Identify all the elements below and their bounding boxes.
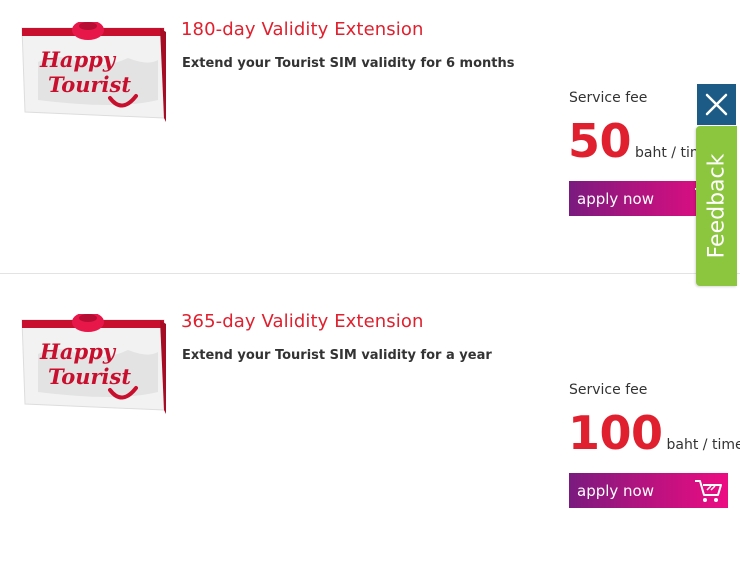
product-description: Extend your Tourist SIM validity for 6 m… xyxy=(182,56,515,71)
cart-icon xyxy=(695,480,722,502)
happy-tourist-bag-icon: Happy Tourist xyxy=(21,314,166,414)
happy-tourist-bag-icon: Happy Tourist xyxy=(21,22,166,122)
service-fee-label: Service fee xyxy=(569,90,648,106)
svg-text:Happy: Happy xyxy=(39,339,117,364)
feedback-label: Feedback xyxy=(704,153,729,259)
svg-text:Tourist: Tourist xyxy=(48,72,131,97)
apply-now-label: apply now xyxy=(577,482,654,500)
product-card: Happy Tourist 365-day Validity Extension… xyxy=(0,274,740,561)
feedback-close-button[interactable] xyxy=(697,84,736,125)
price-value: 50 xyxy=(568,114,632,168)
price-value: 100 xyxy=(568,406,663,460)
apply-now-label: apply now xyxy=(577,190,654,208)
product-title: 180-day Validity Extension xyxy=(181,19,424,40)
price-row: 100 baht / time xyxy=(568,406,740,460)
close-icon xyxy=(705,93,728,116)
feedback-tab[interactable]: Feedback xyxy=(696,126,737,286)
apply-now-button[interactable]: apply now xyxy=(569,473,728,508)
price-row: 50 baht / time xyxy=(568,114,712,168)
product-description: Extend your Tourist SIM validity for a y… xyxy=(182,348,492,363)
svg-text:Tourist: Tourist xyxy=(48,364,131,389)
product-card: Happy Tourist 180-day Validity Extension… xyxy=(0,0,740,274)
svg-text:Happy: Happy xyxy=(39,47,117,72)
price-unit: baht / time xyxy=(666,437,740,453)
product-title: 365-day Validity Extension xyxy=(181,311,424,332)
service-fee-label: Service fee xyxy=(569,382,648,398)
